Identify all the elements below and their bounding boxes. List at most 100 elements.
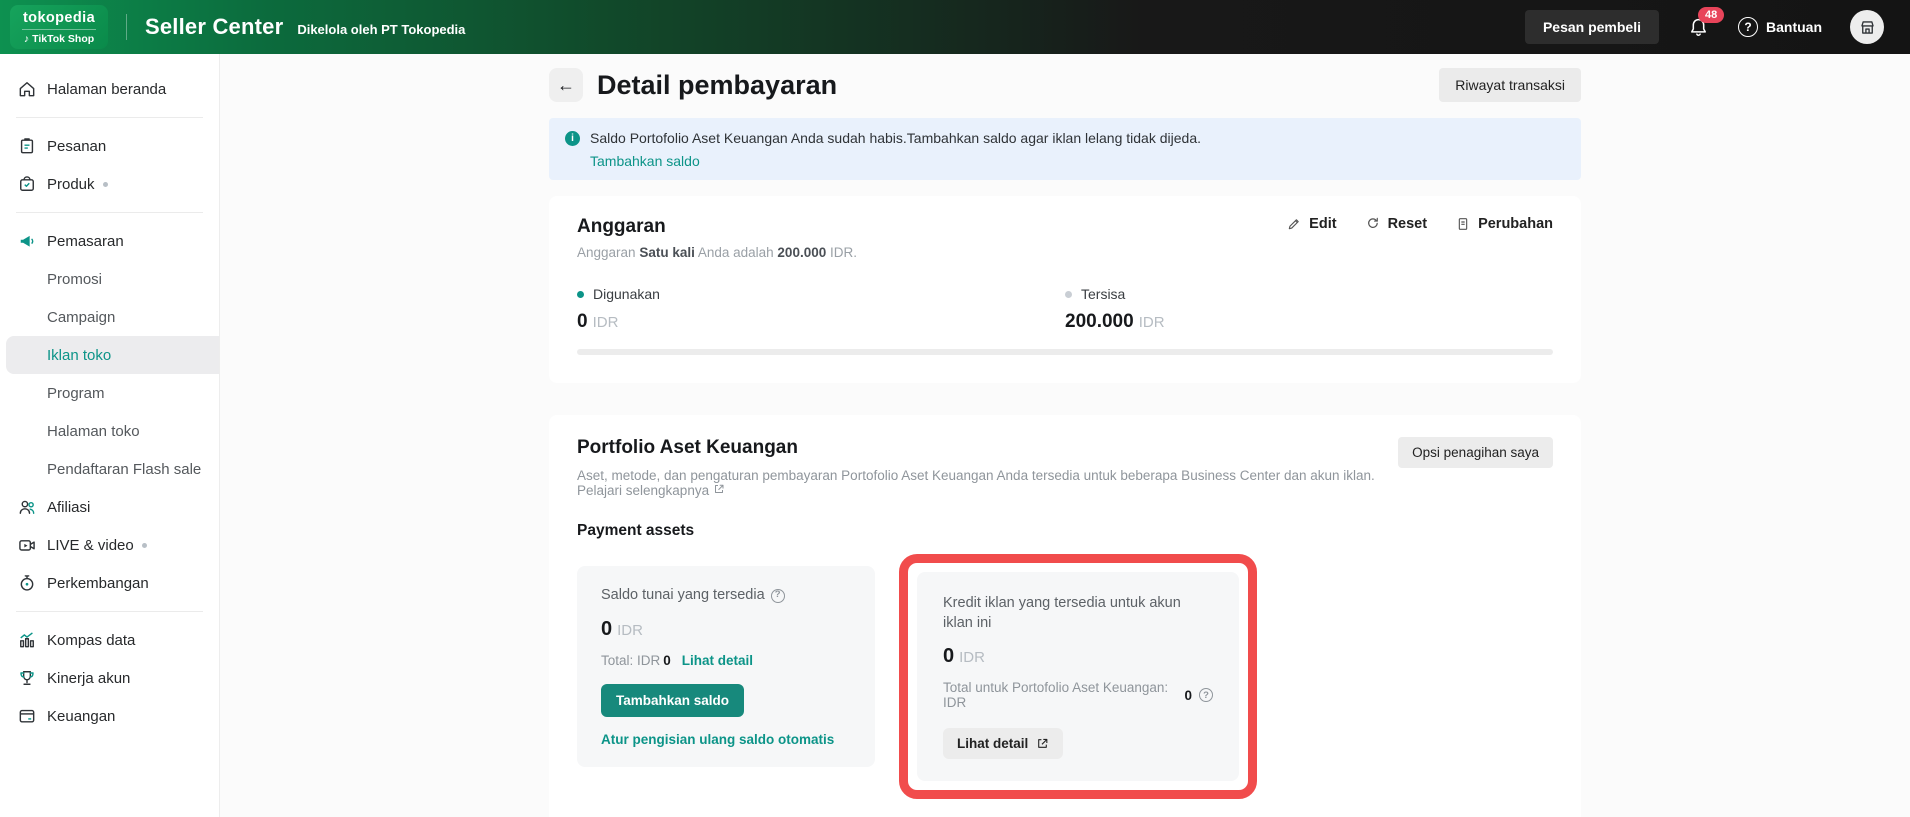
remaining-dot [1065, 291, 1072, 298]
used-value: 0 [577, 311, 588, 332]
sidebar-item-kinerja-akun[interactable]: Kinerja akun [0, 659, 219, 697]
budget-subtitle: Anggaran Satu kali Anda adalah 200.000 I… [577, 245, 1553, 260]
notifications-button[interactable]: 48 [1687, 16, 1710, 39]
clipboard-icon [17, 136, 37, 156]
logo-divider [22, 29, 96, 30]
sidebar-item-afiliasi[interactable]: Afiliasi [0, 488, 219, 526]
bar-chart-icon [17, 630, 37, 650]
sidebar-item-promosi[interactable]: Promosi [0, 260, 219, 298]
buyer-messages-button[interactable]: Pesan pembeli [1525, 10, 1659, 44]
external-link-icon [713, 483, 725, 495]
question-circle-icon: ? [1738, 17, 1758, 37]
sidebar-item-program[interactable]: Program [0, 374, 219, 412]
portfolio-card: Portfolio Aset Keuangan Aset, metode, da… [549, 415, 1581, 817]
sidebar-nav: Halaman beranda Pesanan Produk [0, 54, 220, 817]
trophy-icon [17, 668, 37, 688]
help-label: Bantuan [1766, 19, 1822, 35]
balance-alert-banner: i Saldo Portofolio Aset Keuangan Anda su… [549, 118, 1581, 180]
budget-changes-button[interactable]: Perubahan [1455, 216, 1553, 232]
sidebar-divider [16, 212, 203, 213]
app-window: tokopedia ♪ TikTok Shop Seller Center Di… [0, 0, 1910, 817]
auto-refill-link[interactable]: Atur pengisian ulang saldo otomatis [601, 732, 851, 747]
sidebar-item-halaman-beranda[interactable]: Halaman beranda [0, 70, 219, 108]
credit-value: 0 [943, 645, 954, 667]
add-balance-button[interactable]: Tambahkan saldo [601, 684, 744, 717]
page-title: Detail pembayaran [597, 70, 837, 101]
ad-credit-card: Kredit iklan yang tersedia untuk akun ik… [917, 572, 1239, 781]
cash-detail-link[interactable]: Lihat detail [682, 653, 753, 668]
pencil-icon [1286, 216, 1302, 232]
sidebar-item-live-video[interactable]: LIVE & video [0, 526, 219, 564]
learn-more-link[interactable]: Pelajari selengkapnya [577, 483, 725, 498]
sidebar-item-halaman-toko[interactable]: Halaman toko [0, 412, 219, 450]
budget-stats: Digunakan 0IDR Tersisa 200.000IDR [577, 286, 1553, 333]
sidebar-item-perkembangan[interactable]: Perkembangan [0, 564, 219, 602]
sidebar-item-kompas-data[interactable]: Kompas data [0, 621, 219, 659]
shop-avatar[interactable] [1850, 10, 1884, 44]
billing-options-button[interactable]: Opsi penagihan saya [1398, 437, 1553, 468]
back-button[interactable]: ← [549, 68, 583, 102]
managed-by-subtitle: Dikelola oleh PT Tokopedia [297, 22, 465, 37]
budget-actions: Edit Reset Perubahan [1286, 216, 1553, 232]
home-icon [17, 79, 37, 99]
remaining-stat: Tersisa 200.000IDR [1065, 286, 1553, 333]
remaining-unit: IDR [1139, 314, 1165, 331]
used-unit: IDR [593, 314, 619, 331]
help-button[interactable]: ? Bantuan [1738, 17, 1822, 37]
reset-budget-button[interactable]: Reset [1365, 216, 1428, 232]
sidebar-item-iklan-toko[interactable]: Iklan toko [6, 336, 219, 374]
edit-budget-button[interactable]: Edit [1286, 216, 1336, 232]
stopwatch-icon [17, 573, 37, 593]
new-dot-indicator [103, 182, 108, 187]
sidebar-item-campaign[interactable]: Campaign [0, 298, 219, 336]
credit-detail-button[interactable]: Lihat detail [943, 728, 1063, 759]
cash-card-title: Saldo tunai yang tersedia [601, 586, 765, 606]
payment-assets-row: Saldo tunai yang tersedia ? 0IDR Total: … [577, 554, 1553, 799]
header-actions: Pesan pembeli 48 ? Bantuan [1525, 10, 1884, 44]
question-mark-icon[interactable]: ? [771, 589, 785, 603]
sidebar-item-pendaftaran-flash-sale[interactable]: Pendaftaran Flash sale [0, 450, 219, 488]
credit-total-line: Total untuk Portofolio Aset Keuangan: ID… [943, 680, 1213, 710]
sidebar-item-pemasaran[interactable]: Pemasaran [0, 222, 219, 260]
megaphone-icon [17, 231, 37, 251]
affiliate-people-icon [17, 497, 37, 517]
tokopedia-tiktok-logo[interactable]: tokopedia ♪ TikTok Shop [10, 5, 108, 49]
sidebar-item-keuangan[interactable]: Keuangan [0, 697, 219, 735]
tokopedia-logo-text: tokopedia [23, 10, 95, 26]
tiktok-shop-logo-text: ♪ TikTok Shop [24, 33, 94, 45]
main-area: ← Detail pembayaran Riwayat transaksi i … [220, 54, 1910, 817]
new-dot-indicator [142, 543, 147, 548]
portfolio-title: Portfolio Aset Keuangan [577, 437, 1398, 459]
add-balance-link[interactable]: Tambahkan saldo [590, 153, 700, 169]
cash-balance-card: Saldo tunai yang tersedia ? 0IDR Total: … [577, 566, 875, 767]
budget-progress-bar [577, 349, 1553, 355]
video-camera-icon [17, 535, 37, 555]
budget-card: Anggaran Edit Reset [549, 196, 1581, 383]
question-mark-icon[interactable]: ? [1199, 688, 1213, 702]
seller-center-title: Seller Center [145, 14, 283, 40]
remaining-value: 200.000 [1065, 311, 1134, 332]
document-icon [1455, 216, 1471, 232]
refresh-icon [1365, 216, 1381, 232]
page-header: ← Detail pembayaran Riwayat transaksi [549, 68, 1581, 102]
external-link-icon [1036, 737, 1049, 750]
back-arrow-icon: ← [557, 75, 575, 96]
top-header: tokopedia ♪ TikTok Shop Seller Center Di… [0, 0, 1910, 54]
cash-value: 0 [601, 618, 612, 640]
sidebar-divider [16, 611, 203, 612]
red-highlight-box: Kredit iklan yang tersedia untuk akun ik… [899, 554, 1257, 799]
credit-card-title: Kredit iklan yang tersedia untuk akun ik… [943, 595, 1181, 631]
used-stat: Digunakan 0IDR [577, 286, 1065, 333]
tiktok-note-icon: ♪ [24, 33, 29, 45]
product-bag-icon [17, 174, 37, 194]
used-dot [577, 291, 584, 298]
sidebar-item-produk[interactable]: Produk [0, 165, 219, 203]
sidebar-divider [16, 117, 203, 118]
payment-assets-title: Payment assets [577, 522, 1553, 540]
header-divider [126, 14, 127, 40]
transaction-history-button[interactable]: Riwayat transaksi [1439, 68, 1581, 102]
budget-title: Anggaran [577, 216, 666, 238]
sidebar-item-pesanan[interactable]: Pesanan [0, 127, 219, 165]
storefront-icon [1858, 18, 1877, 37]
notification-count-badge: 48 [1698, 7, 1724, 23]
